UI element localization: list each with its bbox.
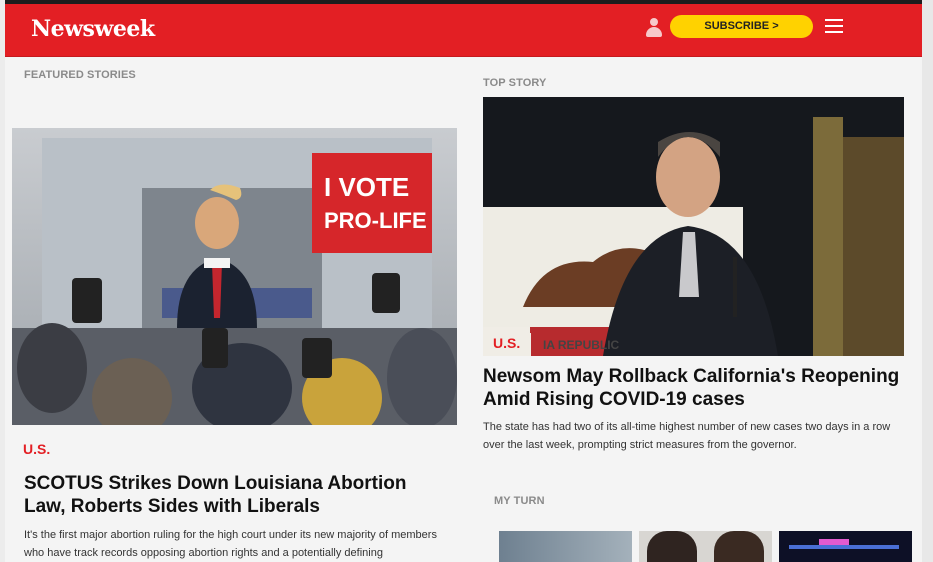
svg-text:I VOTE: I VOTE [324,172,409,202]
featured-stories-label: FEATURED STORIES [24,69,136,81]
top-story-headline[interactable]: Newsom May Rollback California's Reopeni… [483,365,903,411]
top-story-image[interactable]: IA REPUBLIC [483,97,904,356]
newsweek-logo[interactable]: Newsweek [31,16,155,42]
my-turn-thumbnail-1[interactable] [499,531,632,562]
my-turn-label: MY TURN [494,495,545,507]
scrollbar-track[interactable] [922,0,933,562]
top-story-category-link[interactable]: U.S. [493,335,520,351]
top-story-label: TOP STORY [483,77,547,89]
top-story-summary: The state has had two of its all-time hi… [483,421,891,451]
site-header: Newsweek SUBSCRIBE > [5,4,922,57]
user-icon[interactable] [645,18,663,38]
svg-text:PRO-LIFE: PRO-LIFE [324,208,427,233]
my-turn-thumbnail-3[interactable] [779,531,912,562]
hamburger-menu-icon[interactable] [825,19,843,33]
featured-summary: It's the first major abortion ruling for… [24,529,437,559]
flag-banner-text: IA REPUBLIC [543,338,620,352]
my-turn-thumbnail-2[interactable] [639,531,772,562]
page-left-edge [0,0,5,562]
featured-headline[interactable]: SCOTUS Strikes Down Louisiana Abortion L… [24,472,444,518]
subscribe-button[interactable]: SUBSCRIBE > [670,15,813,38]
featured-category-link[interactable]: U.S. [23,441,50,457]
featured-story-image[interactable]: I VOTE PRO-LIFE [12,128,457,425]
